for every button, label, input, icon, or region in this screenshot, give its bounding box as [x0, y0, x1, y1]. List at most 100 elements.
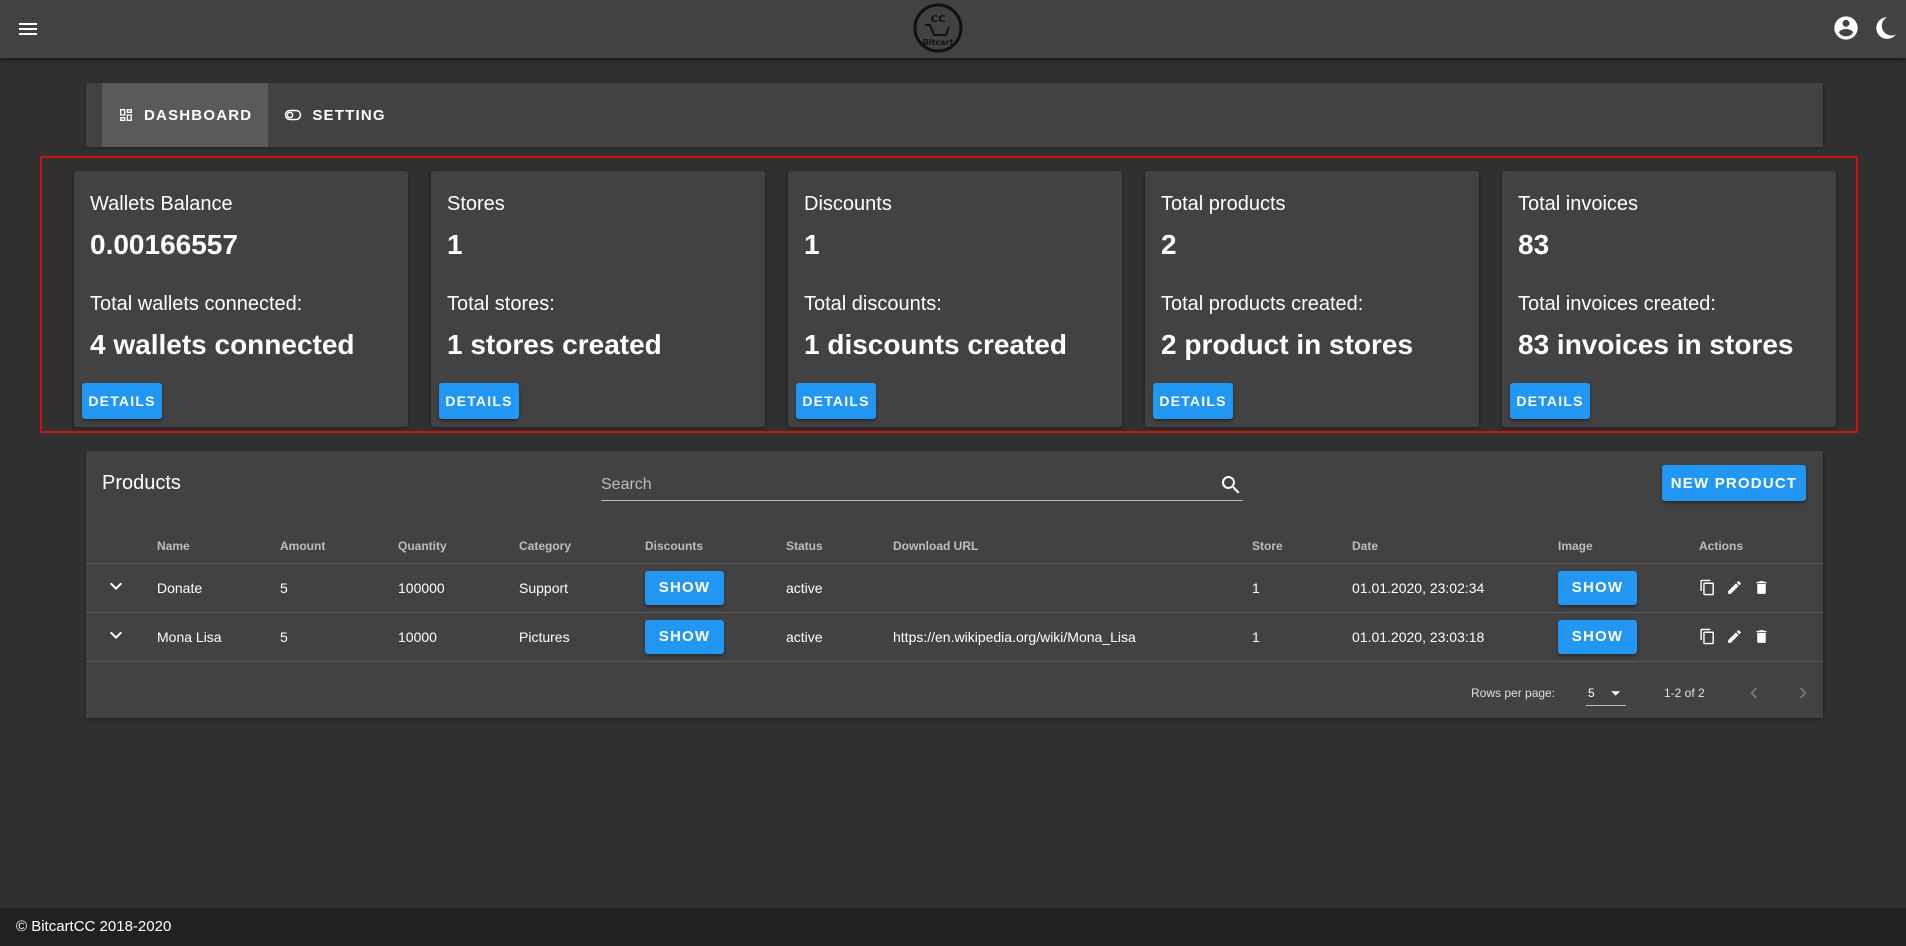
cell-status: active — [786, 563, 893, 613]
details-button[interactable]: DETAILS — [1510, 383, 1590, 419]
column-header-amount[interactable]: Amount — [280, 529, 398, 564]
details-button[interactable]: DETAILS — [1153, 383, 1233, 419]
page-footer: © BitcartCC 2018-2020 — [0, 908, 1906, 946]
table-pagination: Rows per page: 5 1-2 of 2 — [86, 678, 1823, 718]
tab-setting[interactable]: SETTING — [268, 83, 401, 147]
cell-date: 01.01.2020, 23:02:34 — [1352, 563, 1558, 613]
stat-value: 0.00166557 — [90, 229, 238, 260]
stat-card-stores: Stores 1 Total stores: 1 stores created … — [431, 171, 765, 427]
column-header-name[interactable]: Name — [157, 529, 280, 564]
copy-icon[interactable] — [1699, 579, 1716, 596]
stat-subtitle: Total stores: — [447, 293, 555, 315]
svg-text:Bitcart: Bitcart — [923, 38, 954, 47]
cell-name: Donate — [157, 563, 280, 613]
stat-card-wallets: Wallets Balance 0.00166557 Total wallets… — [74, 171, 408, 427]
column-header-status[interactable]: Status — [786, 529, 893, 564]
table-header-row: Name Amount Quantity Category Discounts … — [86, 529, 1823, 564]
stat-subtitle: Total discounts: — [804, 293, 942, 315]
search-field — [601, 471, 1243, 501]
chevron-left-icon[interactable] — [1743, 682, 1765, 704]
new-product-button[interactable]: NEW PRODUCT — [1662, 465, 1806, 501]
column-header-quantity[interactable]: Quantity — [398, 529, 519, 564]
stat-subvalue: 2 product in stores — [1161, 329, 1414, 360]
stat-card-discounts: Discounts 1 Total discounts: 1 discounts… — [788, 171, 1122, 427]
table-row: Mona Lisa 5 10000 Pictures SHOW active h… — [86, 612, 1823, 662]
stat-value: 2 — [1161, 229, 1177, 260]
stat-value: 1 — [447, 229, 463, 260]
cell-amount: 5 — [280, 563, 398, 613]
details-button[interactable]: DETAILS — [82, 383, 162, 419]
show-image-button[interactable]: SHOW — [1558, 619, 1637, 654]
rows-per-page-select[interactable]: 5 — [1586, 680, 1626, 706]
chevron-down-icon[interactable] — [104, 623, 128, 647]
search-icon[interactable] — [1219, 473, 1243, 497]
app-bar: CC Bitcart — [0, 0, 1906, 58]
toggle-icon — [285, 109, 302, 121]
column-header-image[interactable]: Image — [1558, 529, 1699, 564]
tab-dashboard-label: DASHBOARD — [144, 106, 253, 124]
row-actions — [1699, 579, 1823, 596]
stat-title: Total invoices — [1518, 193, 1639, 215]
copy-icon[interactable] — [1699, 628, 1716, 645]
bitcartcc-logo[interactable]: CC Bitcart — [912, 3, 964, 53]
table-row: Donate 5 100000 Support SHOW active 1 01… — [86, 563, 1823, 613]
details-button[interactable]: DETAILS — [796, 383, 876, 419]
expand-column-header — [86, 529, 157, 564]
cell-name: Mona Lisa — [157, 612, 280, 662]
delete-trash-icon[interactable] — [1753, 579, 1770, 596]
svg-text:CC: CC — [931, 14, 946, 25]
details-button[interactable]: DETAILS — [439, 383, 519, 419]
cell-store: 1 — [1252, 563, 1352, 613]
stat-subtitle: Total invoices created: — [1518, 293, 1716, 315]
stat-title: Wallets Balance — [90, 193, 233, 215]
delete-trash-icon[interactable] — [1753, 628, 1770, 645]
account-circle-icon[interactable] — [1832, 14, 1860, 42]
rows-per-page-value: 5 — [1588, 685, 1595, 700]
search-input[interactable] — [601, 471, 1201, 499]
column-header-store[interactable]: Store — [1252, 529, 1352, 564]
stat-title: Stores — [447, 193, 505, 215]
tab-dashboard[interactable]: DASHBOARD — [102, 83, 269, 147]
column-header-download-url[interactable]: Download URL — [893, 529, 1252, 564]
edit-pencil-icon[interactable] — [1726, 579, 1743, 596]
chevron-right-icon[interactable] — [1792, 682, 1814, 704]
products-card: Products NEW PRODUCT Name Amount Quantit… — [86, 451, 1823, 718]
dark-mode-moon-icon[interactable] — [1872, 14, 1898, 42]
edit-pencil-icon[interactable] — [1726, 628, 1743, 645]
nav-tabs: DASHBOARD SETTING — [86, 83, 1823, 147]
products-title: Products — [102, 472, 181, 494]
cell-download-url[interactable]: https://en.wikipedia.org/wiki/Mona_Lisa — [893, 612, 1252, 662]
stat-subvalue: 1 discounts created — [804, 329, 1067, 360]
stat-title: Total products — [1161, 193, 1286, 215]
stat-subvalue: 83 invoices in stores — [1518, 329, 1794, 360]
column-header-category[interactable]: Category — [519, 529, 645, 564]
cell-store: 1 — [1252, 612, 1352, 662]
show-discounts-button[interactable]: SHOW — [645, 570, 724, 605]
show-discounts-button[interactable]: SHOW — [645, 619, 724, 654]
stat-value: 1 — [804, 229, 820, 260]
stat-card-invoices: Total invoices 83 Total invoices created… — [1502, 171, 1836, 427]
rows-per-page-label: Rows per page: — [1471, 686, 1556, 700]
pagination-range: 1-2 of 2 — [1664, 686, 1705, 700]
stat-subtitle: Total products created: — [1161, 293, 1364, 315]
stat-title: Discounts — [804, 193, 892, 215]
cell-category: Support — [519, 563, 645, 613]
menu-icon[interactable] — [16, 17, 40, 41]
chevron-down-icon[interactable] — [104, 574, 128, 598]
stat-value: 83 — [1518, 229, 1550, 260]
stat-subtitle: Total wallets connected: — [90, 293, 303, 315]
cell-download-url — [893, 563, 1252, 613]
cell-quantity: 10000 — [398, 612, 519, 662]
copyright-text: © BitcartCC 2018-2020 — [16, 918, 172, 935]
stat-subvalue: 4 wallets connected — [90, 329, 355, 360]
cell-date: 01.01.2020, 23:03:18 — [1352, 612, 1558, 662]
dropdown-arrow-icon — [1610, 690, 1620, 696]
tab-setting-label: SETTING — [312, 106, 386, 124]
products-table: Name Amount Quantity Category Discounts … — [86, 529, 1823, 662]
cell-category: Pictures — [519, 612, 645, 662]
column-header-date[interactable]: Date — [1352, 529, 1558, 564]
show-image-button[interactable]: SHOW — [1558, 570, 1637, 605]
dashboard-icon — [120, 109, 132, 121]
row-actions — [1699, 628, 1823, 645]
column-header-discounts[interactable]: Discounts — [645, 529, 786, 564]
